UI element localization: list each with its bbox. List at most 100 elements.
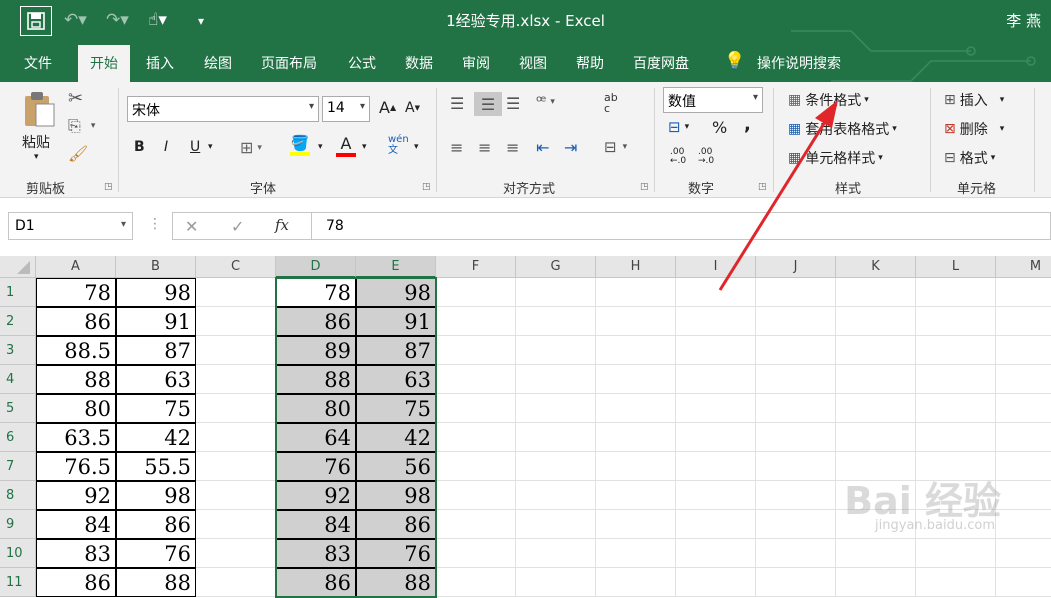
tab-file[interactable]: 文件 [24, 53, 52, 73]
merge-center-icon[interactable]: ⊟ ▾ [604, 138, 627, 156]
cell-j6[interactable] [756, 423, 836, 452]
cell-f7[interactable] [436, 452, 516, 481]
cell-b6[interactable]: 42 [116, 423, 196, 452]
cell-b9[interactable]: 86 [116, 510, 196, 539]
tab-help[interactable]: 帮助 [576, 53, 604, 73]
insert-cells-button[interactable]: ⊞ 插入 ▾ [944, 90, 1004, 110]
cell-c4[interactable] [196, 365, 276, 394]
cell-m4[interactable] [996, 365, 1051, 394]
cell-e4[interactable]: 63 [356, 365, 436, 394]
cell-k1[interactable] [836, 278, 916, 307]
row-header[interactable]: 1 [0, 278, 36, 307]
cell-m6[interactable] [996, 423, 1051, 452]
cell-e11[interactable]: 88 [356, 568, 436, 597]
cell-f11[interactable] [436, 568, 516, 597]
cell-l2[interactable] [916, 307, 996, 336]
cell-k10[interactable] [836, 539, 916, 568]
cell-c7[interactable] [196, 452, 276, 481]
cell-c8[interactable] [196, 481, 276, 510]
cell-f6[interactable] [436, 423, 516, 452]
cell-e5[interactable]: 75 [356, 394, 436, 423]
cell-i11[interactable] [676, 568, 756, 597]
cell-j4[interactable] [756, 365, 836, 394]
cell-h1[interactable] [596, 278, 676, 307]
cell-a1[interactable]: 78 [36, 278, 116, 307]
cell-b11[interactable]: 88 [116, 568, 196, 597]
row-header[interactable]: 8 [0, 481, 36, 510]
row-header[interactable]: 2 [0, 307, 36, 336]
cell-j10[interactable] [756, 539, 836, 568]
cell-g2[interactable] [516, 307, 596, 336]
column-header-c[interactable]: C [196, 256, 276, 278]
cell-g9[interactable] [516, 510, 596, 539]
cell-h7[interactable] [596, 452, 676, 481]
font-size-select[interactable]: 14 ▾ [322, 96, 370, 122]
cell-l11[interactable] [916, 568, 996, 597]
wrap-text-icon[interactable]: ab c [604, 92, 618, 114]
cell-d7[interactable]: 76 [276, 452, 356, 481]
increase-indent-icon[interactable]: ⇥ [564, 138, 577, 157]
tab-baidu-netdisk[interactable]: 百度网盘 [633, 53, 689, 73]
cell-i6[interactable] [676, 423, 756, 452]
cell-m5[interactable] [996, 394, 1051, 423]
cell-g4[interactable] [516, 365, 596, 394]
cell-m1[interactable] [996, 278, 1051, 307]
cell-m10[interactable] [996, 539, 1051, 568]
cell-c1[interactable] [196, 278, 276, 307]
cell-f8[interactable] [436, 481, 516, 510]
cell-i2[interactable] [676, 307, 756, 336]
cell-i3[interactable] [676, 336, 756, 365]
row-header[interactable]: 4 [0, 365, 36, 394]
column-header-k[interactable]: K [836, 256, 916, 278]
lightbulb-icon[interactable]: 💡 [724, 51, 745, 71]
font-color-icon[interactable]: A [336, 134, 356, 157]
cell-j7[interactable] [756, 452, 836, 481]
cell-a3[interactable]: 88.5 [36, 336, 116, 365]
column-header-d[interactable]: D [276, 256, 356, 278]
cell-d11[interactable]: 86 [276, 568, 356, 597]
cell-i7[interactable] [676, 452, 756, 481]
cell-e10[interactable]: 76 [356, 539, 436, 568]
number-format-select[interactable]: 数值 ▾ [663, 87, 763, 113]
cell-c9[interactable] [196, 510, 276, 539]
cell-m2[interactable] [996, 307, 1051, 336]
cell-m7[interactable] [996, 452, 1051, 481]
column-header-a[interactable]: A [36, 256, 116, 278]
cell-h2[interactable] [596, 307, 676, 336]
cell-j11[interactable] [756, 568, 836, 597]
column-header-h[interactable]: H [596, 256, 676, 278]
formula-input[interactable]: 78 [312, 212, 1051, 240]
number-launcher-icon[interactable]: ◳ [758, 182, 767, 192]
paste-icon[interactable] [22, 90, 58, 130]
name-box[interactable]: D1 ▾ [8, 212, 133, 240]
column-header-b[interactable]: B [116, 256, 196, 278]
cut-icon[interactable]: ✂ [68, 88, 83, 109]
cell-d3[interactable]: 89 [276, 336, 356, 365]
insert-function-icon[interactable]: fx [275, 216, 289, 234]
row-header[interactable]: 10 [0, 539, 36, 568]
font-launcher-icon[interactable]: ◳ [422, 182, 431, 192]
cell-m11[interactable] [996, 568, 1051, 597]
cell-g8[interactable] [516, 481, 596, 510]
cell-f3[interactable] [436, 336, 516, 365]
cell-g6[interactable] [516, 423, 596, 452]
decrease-indent-icon[interactable]: ⇤ [536, 138, 549, 157]
cell-b1[interactable]: 98 [116, 278, 196, 307]
font-color-dropdown-icon[interactable]: ▾ [362, 142, 367, 152]
align-right-icon[interactable]: ≡ [506, 138, 519, 157]
cell-styles-button[interactable]: ▦ 单元格样式 ▾ [788, 148, 883, 168]
cell-j8[interactable] [756, 481, 836, 510]
delete-cells-button[interactable]: ⊠ 删除 ▾ [944, 119, 1004, 139]
cell-c10[interactable] [196, 539, 276, 568]
cell-d4[interactable]: 88 [276, 365, 356, 394]
align-top-icon[interactable]: ☰ [450, 94, 464, 113]
cell-b2[interactable]: 91 [116, 307, 196, 336]
cell-i4[interactable] [676, 365, 756, 394]
cell-h3[interactable] [596, 336, 676, 365]
cell-c11[interactable] [196, 568, 276, 597]
cell-j2[interactable] [756, 307, 836, 336]
cell-b10[interactable]: 76 [116, 539, 196, 568]
cell-l3[interactable] [916, 336, 996, 365]
cell-j3[interactable] [756, 336, 836, 365]
column-header-f[interactable]: F [436, 256, 516, 278]
